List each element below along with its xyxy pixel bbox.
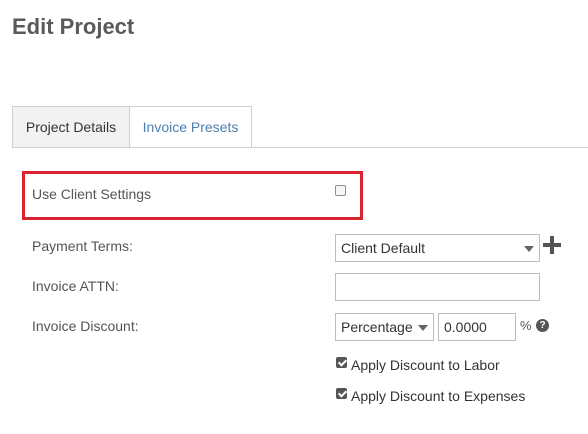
page-title: Edit Project (12, 14, 135, 39)
use-client-settings-label: Use Client Settings (32, 186, 152, 202)
invoice-attn-label: Invoice ATTN: (32, 278, 119, 294)
use-client-settings-checkbox[interactable] (335, 185, 346, 196)
invoice-discount-label: Invoice Discount: (32, 318, 139, 334)
discount-amount-input[interactable]: 0.0000 (438, 313, 516, 341)
apply-discount-expenses-label: Apply Discount to Expenses (351, 388, 526, 404)
apply-discount-expenses-checkbox[interactable] (336, 388, 347, 399)
help-icon[interactable]: ? (536, 319, 549, 332)
caret-down-icon (524, 246, 534, 252)
tab-project-details[interactable]: Project Details (12, 106, 130, 147)
tab-invoice-presets[interactable]: Invoice Presets (129, 106, 252, 148)
payment-terms-select[interactable]: Client Default (335, 234, 540, 262)
payment-terms-label: Payment Terms: (32, 238, 133, 254)
apply-discount-labor-label: Apply Discount to Labor (351, 357, 500, 373)
percent-sign: % (520, 318, 532, 333)
plus-icon[interactable] (543, 236, 561, 254)
caret-down-icon (418, 325, 428, 331)
discount-type-value: Percentage (341, 319, 413, 335)
payment-terms-value: Client Default (341, 240, 426, 256)
tabs-divider (12, 147, 588, 148)
invoice-attn-input[interactable] (335, 273, 540, 301)
discount-type-select[interactable]: Percentage (335, 313, 434, 341)
apply-discount-labor-checkbox[interactable] (336, 357, 347, 368)
